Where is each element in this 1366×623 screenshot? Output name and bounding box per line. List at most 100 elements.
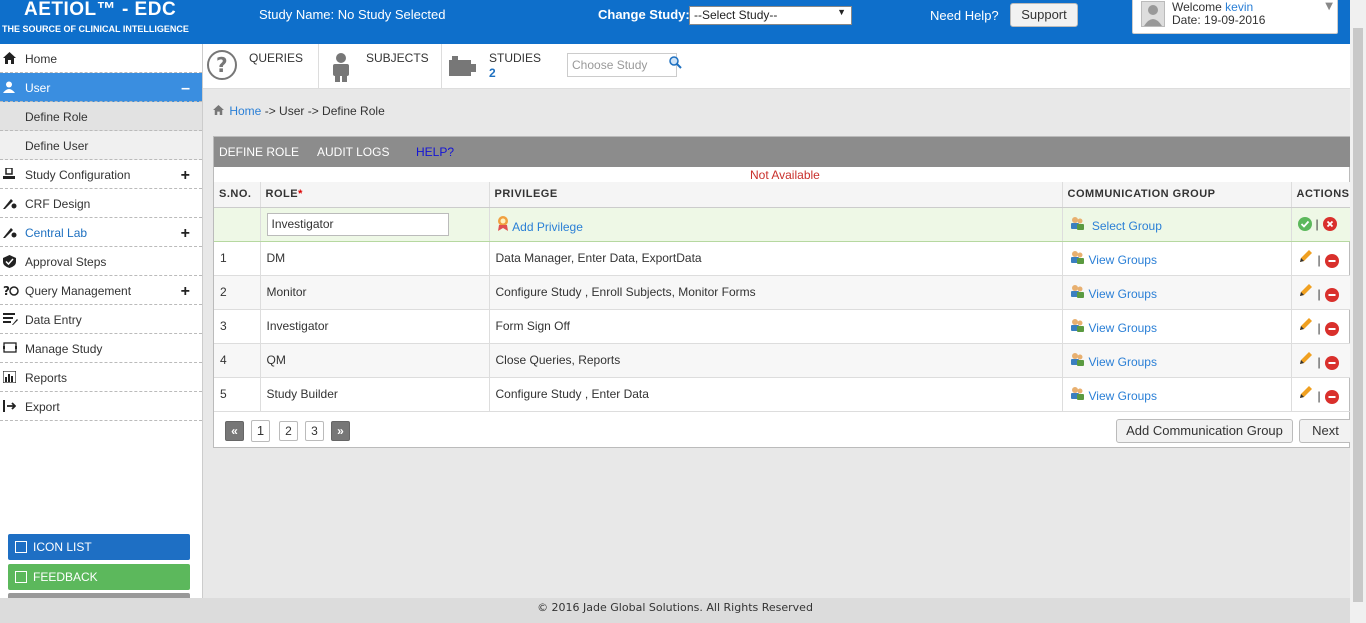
edit-icon[interactable] — [1298, 352, 1314, 369]
tab-define-role[interactable]: DEFINE ROLE — [219, 145, 299, 159]
action-separator: | — [1315, 216, 1319, 231]
change-study-select[interactable]: --Select Study-- ▼ — [689, 6, 852, 25]
app-logo[interactable]: AETIOL™ - EDC THE SOURCE OF CLINICAL INT… — [0, 0, 203, 44]
sidebar-item-define-user[interactable]: Define User — [0, 131, 202, 160]
sidebar-item-label: Query Management — [25, 284, 132, 298]
change-study-value: --Select Study-- — [694, 8, 778, 22]
action-separator: | — [1317, 355, 1321, 370]
sno-cell: 5 — [214, 377, 261, 412]
select-group-link[interactable]: Select Group — [1092, 219, 1162, 233]
tab-audit-logs[interactable]: AUDIT LOGS — [317, 145, 389, 159]
sidebar-item-label: Export — [25, 400, 60, 414]
sidebar-item-user[interactable]: User – — [0, 73, 202, 102]
table-cell — [214, 207, 261, 242]
need-help-label: Need Help? — [930, 8, 999, 23]
pagination-page-1[interactable]: 1 — [251, 420, 270, 442]
sidebar-item-label: Reports — [25, 371, 68, 385]
view-groups-link[interactable]: View Groups — [1089, 321, 1157, 335]
data-entry-icon — [3, 313, 18, 325]
sidebar-item-central-lab[interactable]: Central Lab + — [0, 218, 202, 247]
sidebar-item-label: Approval Steps — [25, 255, 107, 269]
study-name-label: Study Name: No Study Selected — [259, 7, 446, 22]
table-row: 5 Study Builder Configure Study , Enter … — [214, 377, 1350, 412]
table-cell — [260, 207, 490, 242]
person-icon — [333, 53, 349, 82]
expand-icon[interactable]: + — [181, 168, 190, 184]
privilege-cell: Data Manager, Enter Data, ExportData — [489, 241, 1063, 276]
user-name-link[interactable]: kevin — [1225, 0, 1253, 14]
view-groups-link[interactable]: View Groups — [1089, 355, 1157, 369]
save-icon[interactable] — [1297, 217, 1312, 232]
query-icon: ? — [3, 284, 19, 298]
delete-icon[interactable] — [1324, 253, 1339, 268]
tab-subjects[interactable]: SUBJECTS — [319, 44, 442, 88]
column-header-privilege: PRIVILEGE — [489, 182, 1063, 208]
view-groups-link[interactable]: View Groups — [1089, 253, 1157, 267]
tab-help[interactable]: HELP? — [416, 145, 454, 159]
choose-study-input[interactable]: Choose Study — [567, 53, 677, 77]
user-profile-box[interactable]: Welcome kevin Date: 19-09-2016 ▼ — [1132, 0, 1338, 34]
add-communication-group-button[interactable]: Add Communication Group — [1116, 419, 1293, 443]
group-icon — [1069, 352, 1085, 366]
column-header-actions: ACTIONS — [1291, 182, 1350, 208]
edit-icon[interactable] — [1298, 250, 1314, 267]
scrollbar-thumb[interactable] — [1353, 28, 1363, 602]
add-privilege-link[interactable]: Add Privilege — [512, 220, 583, 234]
table-header-row: S.NO. ROLE* PRIVILEGE COMMUNICATION GROU… — [214, 182, 1350, 208]
breadcrumb-home-link[interactable]: Home — [229, 104, 261, 118]
view-groups-link[interactable]: View Groups — [1089, 287, 1157, 301]
feedback-button[interactable]: FEEDBACK — [8, 564, 190, 590]
pagination-next[interactable]: » — [331, 421, 350, 441]
tab-studies[interactable]: STUDIES 2 — [442, 44, 553, 88]
list-icon — [15, 541, 27, 553]
pagination-prev[interactable]: « — [225, 421, 244, 441]
expand-icon[interactable]: + — [181, 226, 190, 242]
sidebar-item-query-management[interactable]: ? Query Management + — [0, 276, 202, 305]
delete-icon[interactable] — [1324, 389, 1339, 404]
next-button[interactable]: Next — [1299, 419, 1351, 443]
role-name-input[interactable] — [266, 212, 449, 236]
sidebar-item-reports[interactable]: Reports — [0, 363, 202, 392]
crf-design-icon — [3, 197, 17, 209]
avatar — [1141, 1, 1165, 27]
user-icon — [3, 81, 17, 93]
edit-icon[interactable] — [1298, 284, 1314, 301]
privilege-cell: Close Queries, Reports — [489, 343, 1063, 378]
sidebar-item-crf-design[interactable]: CRF Design — [0, 189, 202, 218]
sidebar-item-export[interactable]: Export — [0, 392, 202, 421]
cancel-icon[interactable] — [1322, 217, 1337, 232]
icon-list-label: ICON LIST — [33, 540, 92, 554]
sidebar-item-home[interactable]: Home — [0, 44, 202, 73]
sidebar-item-study-configuration[interactable]: Study Configuration + — [0, 160, 202, 189]
edit-icon[interactable] — [1298, 386, 1314, 403]
group-icon — [1069, 318, 1085, 332]
pagination-page-2[interactable]: 2 — [279, 421, 298, 441]
delete-icon[interactable] — [1324, 287, 1339, 302]
quick-nav-bar: ? QUERIES SUBJECTS STUDIES 2 Choose Stud… — [203, 44, 1350, 89]
define-role-panel: DEFINE ROLE AUDIT LOGS HELP? Not Availab… — [213, 136, 1351, 448]
sidebar-item-manage-study[interactable]: Manage Study — [0, 334, 202, 363]
sidebar-item-define-role[interactable]: Define Role — [0, 102, 202, 131]
expand-icon[interactable]: + — [181, 284, 190, 300]
collapse-icon[interactable]: – — [181, 81, 190, 97]
edit-icon[interactable] — [1298, 318, 1314, 335]
role-cell: Study Builder — [260, 377, 490, 412]
svg-text:?: ? — [216, 53, 228, 77]
search-icon[interactable] — [669, 56, 682, 72]
sidebar-item-data-entry[interactable]: Data Entry — [0, 305, 202, 334]
tab-queries[interactable]: ? QUERIES — [203, 44, 319, 88]
view-groups-link[interactable]: View Groups — [1089, 389, 1157, 403]
table-cell: View Groups — [1062, 241, 1292, 276]
table-cell: | — [1291, 343, 1350, 378]
pagination-page-3[interactable]: 3 — [305, 421, 324, 441]
sidebar-item-approval-steps[interactable]: Approval Steps — [0, 247, 202, 276]
delete-icon[interactable] — [1324, 355, 1339, 370]
icon-list-button[interactable]: ICON LIST — [8, 534, 190, 560]
tab-queries-label: QUERIES — [249, 51, 304, 65]
support-button[interactable]: Support — [1010, 3, 1078, 27]
page-scrollbar[interactable] — [1350, 0, 1366, 623]
required-marker: * — [298, 188, 303, 201]
footer: © 2016 Jade Global Solutions. All Rights… — [0, 598, 1350, 623]
chevron-down-icon[interactable]: ▼ — [1325, 1, 1333, 12]
delete-icon[interactable] — [1324, 321, 1339, 336]
